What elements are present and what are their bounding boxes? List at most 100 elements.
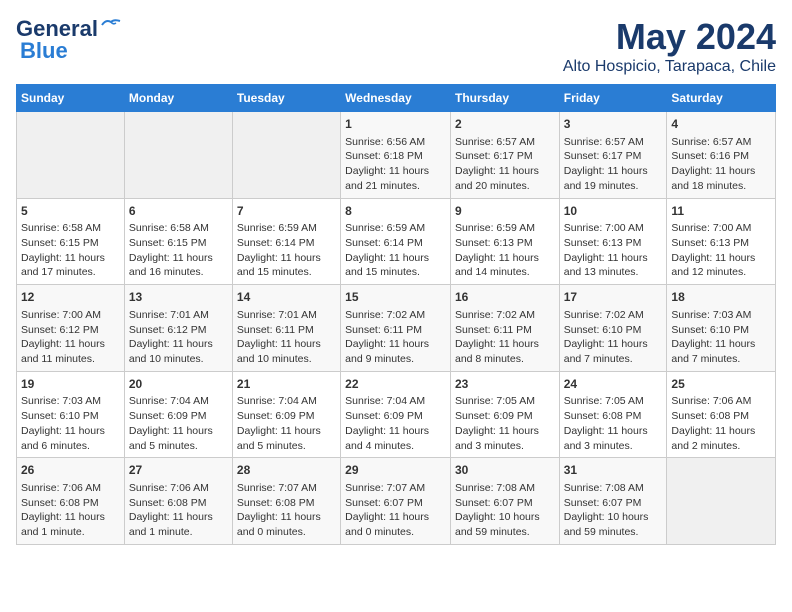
cell-content: Daylight: 11 hours and 0 minutes.: [345, 510, 446, 539]
cell-content: Sunset: 6:17 PM: [564, 149, 663, 164]
calendar-cell: [232, 112, 340, 199]
header: General Blue May 2024 Alto Hospicio, Tar…: [16, 16, 776, 76]
calendar-cell: 27Sunrise: 7:06 AMSunset: 6:08 PMDayligh…: [124, 458, 232, 545]
calendar-cell: 26Sunrise: 7:06 AMSunset: 6:08 PMDayligh…: [17, 458, 125, 545]
cell-content: Daylight: 11 hours and 18 minutes.: [671, 164, 771, 193]
cell-content: Daylight: 11 hours and 12 minutes.: [671, 251, 771, 280]
calendar-cell: 28Sunrise: 7:07 AMSunset: 6:08 PMDayligh…: [232, 458, 340, 545]
cell-content: Sunrise: 6:57 AM: [564, 135, 663, 150]
cell-content: Sunrise: 6:59 AM: [237, 221, 336, 236]
cell-content: Daylight: 11 hours and 14 minutes.: [455, 251, 555, 280]
cell-content: Sunset: 6:16 PM: [671, 149, 771, 164]
cell-content: Daylight: 11 hours and 17 minutes.: [21, 251, 120, 280]
day-number: 24: [564, 376, 663, 393]
cell-content: Daylight: 11 hours and 6 minutes.: [21, 424, 120, 453]
cell-content: Sunset: 6:09 PM: [345, 409, 446, 424]
cell-content: Daylight: 11 hours and 15 minutes.: [237, 251, 336, 280]
calendar-cell: 12Sunrise: 7:00 AMSunset: 6:12 PMDayligh…: [17, 285, 125, 372]
cell-content: Daylight: 11 hours and 5 minutes.: [237, 424, 336, 453]
cell-content: Sunrise: 7:02 AM: [564, 308, 663, 323]
cell-content: Sunrise: 6:57 AM: [455, 135, 555, 150]
day-number: 19: [21, 376, 120, 393]
cell-content: Daylight: 11 hours and 1 minute.: [21, 510, 120, 539]
calendar-cell: 22Sunrise: 7:04 AMSunset: 6:09 PMDayligh…: [341, 371, 451, 458]
calendar-cell: 11Sunrise: 7:00 AMSunset: 6:13 PMDayligh…: [667, 198, 776, 285]
cell-content: Sunset: 6:08 PM: [671, 409, 771, 424]
cell-content: Sunrise: 6:59 AM: [455, 221, 555, 236]
day-number: 13: [129, 289, 228, 306]
day-header-friday: Friday: [559, 85, 667, 112]
cell-content: Sunset: 6:09 PM: [237, 409, 336, 424]
logo: General Blue: [16, 16, 122, 64]
cell-content: Sunrise: 7:03 AM: [671, 308, 771, 323]
cell-content: Daylight: 11 hours and 10 minutes.: [237, 337, 336, 366]
cell-content: Daylight: 11 hours and 7 minutes.: [564, 337, 663, 366]
cell-content: Sunset: 6:08 PM: [564, 409, 663, 424]
week-row-5: 26Sunrise: 7:06 AMSunset: 6:08 PMDayligh…: [17, 458, 776, 545]
day-number: 10: [564, 203, 663, 220]
cell-content: Daylight: 11 hours and 0 minutes.: [237, 510, 336, 539]
cell-content: Sunset: 6:11 PM: [237, 323, 336, 338]
day-number: 26: [21, 462, 120, 479]
calendar-cell: 30Sunrise: 7:08 AMSunset: 6:07 PMDayligh…: [450, 458, 559, 545]
calendar-cell: [667, 458, 776, 545]
week-row-2: 5Sunrise: 6:58 AMSunset: 6:15 PMDaylight…: [17, 198, 776, 285]
cell-content: Sunrise: 7:04 AM: [345, 394, 446, 409]
calendar-cell: [124, 112, 232, 199]
calendar-cell: 21Sunrise: 7:04 AMSunset: 6:09 PMDayligh…: [232, 371, 340, 458]
cell-content: Sunrise: 7:06 AM: [671, 394, 771, 409]
cell-content: Sunset: 6:07 PM: [455, 496, 555, 511]
day-number: 5: [21, 203, 120, 220]
logo-bird-icon: [100, 17, 122, 33]
title-section: May 2024 Alto Hospicio, Tarapaca, Chile: [563, 16, 776, 76]
cell-content: Daylight: 11 hours and 19 minutes.: [564, 164, 663, 193]
cell-content: Daylight: 11 hours and 5 minutes.: [129, 424, 228, 453]
cell-content: Sunset: 6:08 PM: [129, 496, 228, 511]
calendar-cell: 31Sunrise: 7:08 AMSunset: 6:07 PMDayligh…: [559, 458, 667, 545]
cell-content: Sunrise: 6:57 AM: [671, 135, 771, 150]
cell-content: Daylight: 11 hours and 21 minutes.: [345, 164, 446, 193]
cell-content: Sunrise: 7:02 AM: [345, 308, 446, 323]
cell-content: Sunrise: 7:08 AM: [455, 481, 555, 496]
calendar-header: SundayMondayTuesdayWednesdayThursdayFrid…: [17, 85, 776, 112]
calendar-subtitle: Alto Hospicio, Tarapaca, Chile: [563, 58, 776, 76]
day-number: 23: [455, 376, 555, 393]
cell-content: Daylight: 11 hours and 15 minutes.: [345, 251, 446, 280]
cell-content: Sunset: 6:15 PM: [21, 236, 120, 251]
cell-content: Sunset: 6:09 PM: [129, 409, 228, 424]
calendar-cell: 13Sunrise: 7:01 AMSunset: 6:12 PMDayligh…: [124, 285, 232, 372]
cell-content: Sunrise: 6:56 AM: [345, 135, 446, 150]
day-number: 11: [671, 203, 771, 220]
cell-content: Sunset: 6:13 PM: [671, 236, 771, 251]
cell-content: Daylight: 11 hours and 1 minute.: [129, 510, 228, 539]
cell-content: Sunset: 6:07 PM: [564, 496, 663, 511]
day-number: 8: [345, 203, 446, 220]
cell-content: Sunrise: 7:01 AM: [129, 308, 228, 323]
calendar-body: 1Sunrise: 6:56 AMSunset: 6:18 PMDaylight…: [17, 112, 776, 545]
calendar-cell: 15Sunrise: 7:02 AMSunset: 6:11 PMDayligh…: [341, 285, 451, 372]
day-header-monday: Monday: [124, 85, 232, 112]
day-header-sunday: Sunday: [17, 85, 125, 112]
day-header-saturday: Saturday: [667, 85, 776, 112]
day-number: 1: [345, 116, 446, 133]
day-number: 2: [455, 116, 555, 133]
week-row-1: 1Sunrise: 6:56 AMSunset: 6:18 PMDaylight…: [17, 112, 776, 199]
cell-content: Sunset: 6:14 PM: [237, 236, 336, 251]
cell-content: Sunset: 6:07 PM: [345, 496, 446, 511]
calendar-cell: 10Sunrise: 7:00 AMSunset: 6:13 PMDayligh…: [559, 198, 667, 285]
day-number: 20: [129, 376, 228, 393]
day-number: 27: [129, 462, 228, 479]
calendar-cell: 29Sunrise: 7:07 AMSunset: 6:07 PMDayligh…: [341, 458, 451, 545]
cell-content: Sunrise: 7:00 AM: [671, 221, 771, 236]
cell-content: Daylight: 11 hours and 11 minutes.: [21, 337, 120, 366]
cell-content: Sunrise: 7:05 AM: [455, 394, 555, 409]
cell-content: Sunset: 6:08 PM: [21, 496, 120, 511]
cell-content: Sunrise: 6:59 AM: [345, 221, 446, 236]
cell-content: Sunset: 6:13 PM: [455, 236, 555, 251]
cell-content: Sunrise: 7:00 AM: [21, 308, 120, 323]
cell-content: Sunset: 6:14 PM: [345, 236, 446, 251]
cell-content: Sunrise: 7:04 AM: [129, 394, 228, 409]
day-number: 15: [345, 289, 446, 306]
calendar-cell: 18Sunrise: 7:03 AMSunset: 6:10 PMDayligh…: [667, 285, 776, 372]
cell-content: Sunrise: 7:01 AM: [237, 308, 336, 323]
